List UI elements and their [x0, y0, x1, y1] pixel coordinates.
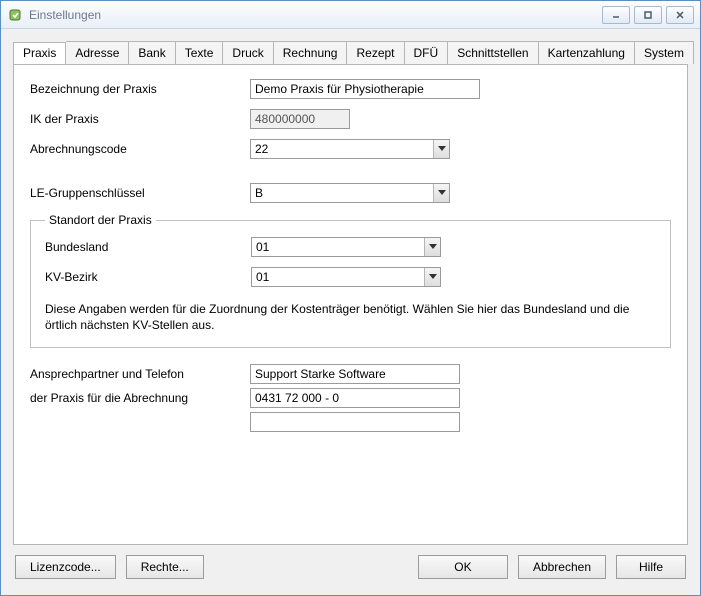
tab-rechnung[interactable]: Rechnung: [274, 41, 348, 64]
ansprechpartner-label-2: der Praxis für die Abrechnung: [30, 391, 250, 405]
settings-window: Einstellungen Praxis Adresse Bank Texte …: [0, 0, 701, 596]
standort-fieldset: Standort der Praxis Bundesland 01 KV-Bez…: [30, 213, 671, 348]
lizenzcode-button[interactable]: Lizenzcode...: [15, 555, 116, 579]
tab-panel-praxis: Bezeichnung der Praxis IK der Praxis Abr…: [13, 64, 688, 545]
abrechnungscode-select[interactable]: 22: [250, 139, 450, 159]
bundesland-select[interactable]: 01: [251, 237, 441, 257]
tab-strip: Praxis Adresse Bank Texte Druck Rechnung…: [13, 41, 688, 65]
chevron-down-icon: [424, 238, 440, 256]
bezeichnung-input[interactable]: [250, 79, 480, 99]
tab-texte[interactable]: Texte: [176, 41, 224, 64]
abrechnungscode-value: 22: [255, 142, 268, 156]
ansprechpartner-label-1: Ansprechpartner und Telefon: [30, 367, 250, 381]
tab-dfu[interactable]: DFÜ: [405, 41, 449, 64]
close-button[interactable]: [666, 6, 694, 24]
bundesland-value: 01: [256, 240, 269, 254]
kv-value: 01: [256, 270, 269, 284]
tab-praxis[interactable]: Praxis: [13, 42, 66, 65]
le-value: B: [255, 186, 263, 200]
kv-label: KV-Bezirk: [45, 270, 251, 284]
tab-bank[interactable]: Bank: [129, 41, 175, 64]
ik-label: IK der Praxis: [30, 112, 250, 126]
ik-input: [250, 109, 350, 129]
telefon-input[interactable]: [250, 388, 460, 408]
kv-select[interactable]: 01: [251, 267, 441, 287]
standort-info-text: Diese Angaben werden für die Zuordnung d…: [45, 301, 656, 333]
abrechnungscode-label: Abrechnungscode: [30, 142, 250, 156]
abbrechen-button[interactable]: Abbrechen: [518, 555, 606, 579]
dialog-footer: Lizenzcode... Rechte... OK Abbrechen Hil…: [13, 555, 688, 583]
window-title: Einstellungen: [29, 8, 602, 22]
chevron-down-icon: [433, 184, 449, 202]
tab-schnittstellen[interactable]: Schnittstellen: [448, 41, 538, 64]
titlebar: Einstellungen: [1, 1, 700, 29]
hilfe-button[interactable]: Hilfe: [616, 555, 686, 579]
extra-input[interactable]: [250, 412, 460, 432]
ansprechpartner-input[interactable]: [250, 364, 460, 384]
ok-button[interactable]: OK: [418, 555, 508, 579]
window-controls: [602, 6, 694, 24]
maximize-button[interactable]: [634, 6, 662, 24]
app-icon: [7, 7, 23, 23]
chevron-down-icon: [433, 140, 449, 158]
content: Praxis Adresse Bank Texte Druck Rechnung…: [1, 29, 700, 595]
tab-rezept[interactable]: Rezept: [347, 41, 404, 64]
bezeichnung-label: Bezeichnung der Praxis: [30, 82, 250, 96]
standort-legend: Standort der Praxis: [45, 213, 156, 227]
rechte-button[interactable]: Rechte...: [126, 555, 204, 579]
le-select[interactable]: B: [250, 183, 450, 203]
chevron-down-icon: [424, 268, 440, 286]
bundesland-label: Bundesland: [45, 240, 251, 254]
tab-system[interactable]: System: [635, 41, 694, 64]
minimize-button[interactable]: [602, 6, 630, 24]
tab-kartenzahlung[interactable]: Kartenzahlung: [539, 41, 635, 64]
tab-druck[interactable]: Druck: [223, 41, 273, 64]
le-label: LE-Gruppenschlüssel: [30, 186, 250, 200]
tab-adresse[interactable]: Adresse: [66, 41, 129, 64]
